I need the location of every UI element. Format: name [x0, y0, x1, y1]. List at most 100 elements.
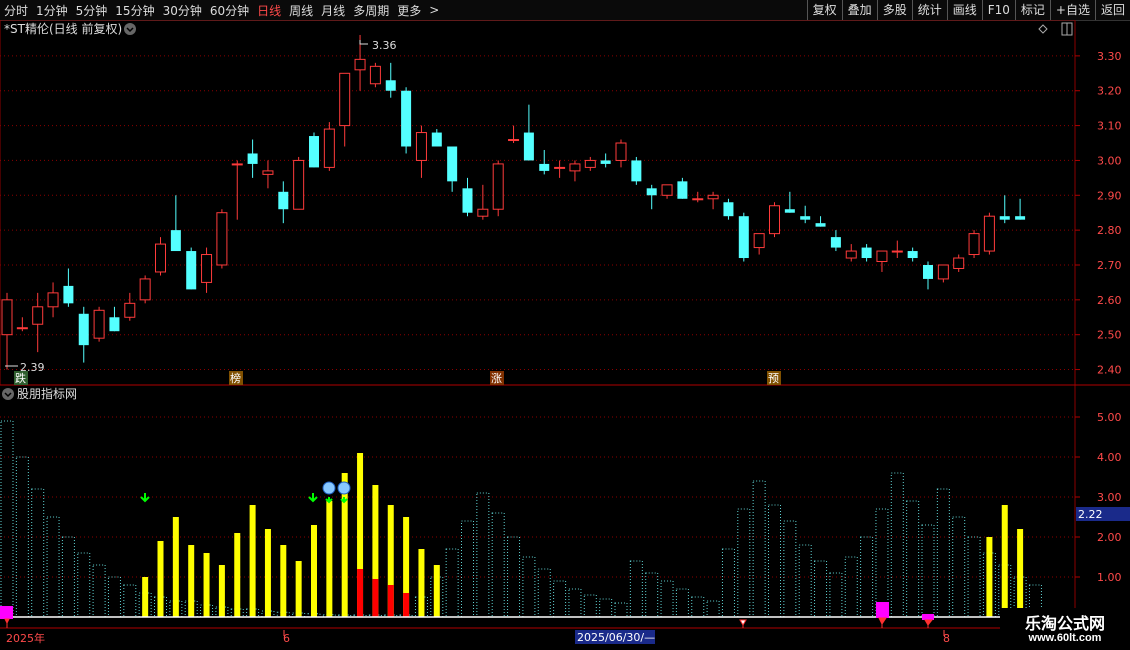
cyan-dotted-bar [614, 602, 628, 618]
price-tick-label: 3.20 [1097, 85, 1122, 98]
cyan-dotted-bar [568, 588, 582, 618]
cyan-dotted-bar [675, 588, 689, 618]
red-bar [372, 579, 379, 617]
candle [584, 156, 596, 171]
yellow-bar [433, 565, 440, 617]
diamond-icon[interactable] [1038, 24, 1048, 34]
marker-die: 跌 [15, 371, 26, 385]
toolbar-button[interactable]: 画线 [946, 0, 982, 20]
candle [769, 202, 780, 238]
yellow-bar [1001, 505, 1008, 617]
period-toolbar: 分时 1分钟 5分钟 15分钟 30分钟 60分钟 日线 周线 月线 多周期 更多 > 复权 叠加 多股统… [0, 0, 1130, 21]
red-bar [403, 593, 410, 617]
candle [63, 268, 74, 307]
candle [784, 191, 795, 213]
toolbar-button[interactable]: 多股 [876, 0, 912, 20]
indicator-bars [0, 420, 1075, 618]
cyan-dotted-bar [814, 560, 828, 618]
toolbar-button[interactable]: 返回 [1094, 0, 1130, 20]
cyan-dotted-bar [92, 564, 106, 618]
candle [462, 177, 473, 217]
cyan-dotted-bar [461, 520, 474, 618]
magenta-signal-box [922, 614, 934, 620]
toolbar-button[interactable]: 复权 [806, 0, 842, 20]
candle [278, 181, 289, 224]
candle [78, 306, 89, 363]
main-title-dropdown-icon[interactable] [124, 23, 136, 35]
signal-arrows [140, 481, 351, 504]
candle [231, 160, 243, 220]
stock-chart[interactable]: *ST精伦(日线 前复权) 3.30 3.20 3.10 3.00 2.90 2.80 2.… [0, 20, 1130, 650]
candle [1015, 198, 1026, 220]
cyan-dotted-bar [875, 508, 889, 618]
date-axis: 2025年 6 2025/06/30/— 8 [6, 630, 950, 645]
red-bar [357, 569, 364, 617]
function-buttons: 复权 叠加 多股 统计 画线 F10 标记 +自选 返回 [806, 0, 1130, 20]
yellow-bar [172, 517, 179, 617]
period-tab[interactable]: 多周期 [353, 2, 389, 19]
red-pin-icon [924, 619, 934, 628]
cyan-dotted-bar [890, 472, 904, 618]
toolbar-button[interactable]: 统计 [911, 0, 947, 20]
cyan-dotted-bar [46, 516, 60, 618]
candle [323, 122, 335, 171]
period-tab[interactable]: 60分钟 [210, 2, 249, 19]
period-tab[interactable]: 15分钟 [115, 2, 154, 19]
cyan-dotted-bar [77, 552, 91, 618]
cyan-dotted-bar [522, 556, 536, 618]
cyan-dotted-bar [645, 572, 659, 618]
candle [907, 247, 918, 262]
period-tab[interactable]: 日线 [257, 2, 281, 19]
candle [753, 233, 765, 255]
cyan-dotted-bar [952, 516, 966, 618]
candle [385, 62, 396, 98]
red-pin-icon [4, 618, 10, 628]
toolbar-button[interactable]: 标记 [1014, 0, 1050, 20]
candle [723, 198, 734, 220]
more-arrow-icon[interactable]: > [429, 3, 439, 17]
green-arrow-icon [140, 493, 150, 503]
candle [16, 317, 28, 332]
period-tab[interactable]: 更多 [397, 2, 421, 19]
candle [646, 184, 657, 210]
price-tick-label: 2.70 [1097, 259, 1122, 272]
toolbar-button[interactable]: F10 [981, 0, 1015, 20]
cyan-dotted-bar [967, 536, 981, 618]
candle [677, 177, 688, 199]
indicator-dropdown-icon[interactable] [2, 388, 14, 400]
indicator-tick-label: 2.00 [1097, 531, 1122, 544]
green-arrow-icon [325, 497, 333, 504]
yellow-bar [311, 525, 317, 617]
candle [186, 247, 197, 290]
cyan-dotted-bar [752, 480, 766, 618]
candle [170, 195, 181, 252]
toolbar-button[interactable]: +自选 [1049, 0, 1095, 20]
period-tab[interactable]: 30分钟 [163, 2, 202, 19]
indicator-tick-label: 4.00 [1097, 451, 1122, 464]
candle [953, 254, 965, 272]
price-tick-label: 2.40 [1097, 364, 1122, 377]
period-tab[interactable]: 1分钟 [36, 2, 68, 19]
toolbar-button[interactable]: 叠加 [841, 0, 877, 20]
candle [661, 184, 673, 199]
period-tab[interactable]: 月线 [321, 2, 345, 19]
period-tab[interactable]: 5分钟 [76, 2, 108, 19]
cyan-dotted-bar [783, 520, 797, 618]
candle [216, 209, 228, 269]
period-tab[interactable]: 周线 [289, 2, 313, 19]
period-tab[interactable]: 分时 [4, 2, 28, 19]
candle [600, 153, 611, 168]
yellow-bar [188, 545, 195, 617]
candle [800, 205, 811, 224]
yellow-bar [157, 541, 164, 617]
candle [339, 72, 351, 147]
indicator-title: 股朋指标网 [17, 386, 77, 401]
candle [554, 160, 566, 178]
candle [569, 160, 581, 182]
cyan-dotted-bar [798, 544, 812, 618]
yellow-bar [326, 501, 333, 617]
marker-bang: 榜 [230, 371, 241, 385]
indicator-current-value: 2.22 [1078, 508, 1103, 521]
candle [47, 282, 59, 318]
bottom-signals [0, 602, 934, 628]
